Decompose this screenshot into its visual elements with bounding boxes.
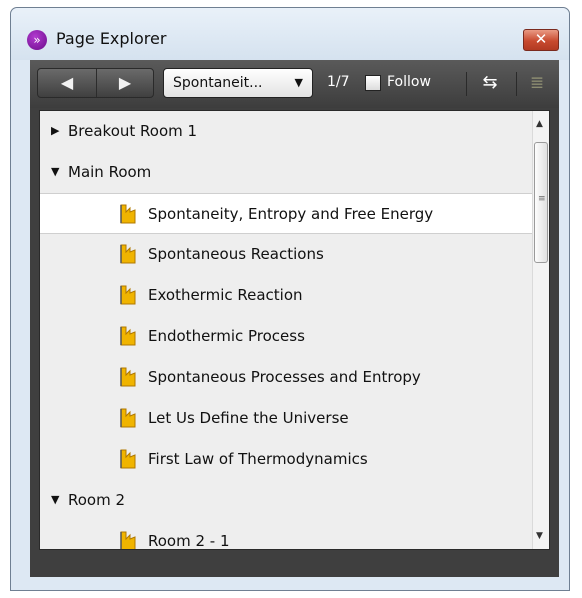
page-document-icon xyxy=(120,449,136,469)
expand-arrow-icon[interactable]: ▶ xyxy=(51,124,59,137)
toolbar: ◀ ▶ Spontaneit... ▼ 1/7 Follow ⇆ ≣ xyxy=(30,60,559,108)
page-document-icon xyxy=(120,204,136,224)
collapse-arrow-icon[interactable]: ▼ xyxy=(51,493,59,506)
tree-page-item[interactable]: First Law of Thermodynamics xyxy=(40,439,535,480)
tree-page-label: Spontaneous Processes and Entropy xyxy=(148,368,421,386)
scroll-down-arrow-icon[interactable]: ▼ xyxy=(536,531,543,541)
tree-page-label: First Law of Thermodynamics xyxy=(148,450,368,468)
tree-page-label: Endothermic Process xyxy=(148,327,305,345)
tree-group-breakout-room-1[interactable]: ▶ Breakout Room 1 xyxy=(40,111,535,152)
page-document-icon xyxy=(120,285,136,305)
tree-page-item[interactable]: Endothermic Process xyxy=(40,316,535,357)
tree-group-label: Room 2 xyxy=(68,491,126,509)
follow-checkbox[interactable] xyxy=(365,75,381,91)
title-bar[interactable]: » Page Explorer ✕ xyxy=(11,8,569,60)
tree-page-label: Room 2 - 1 xyxy=(148,532,230,550)
tree-page-label: Let Us Define the Universe xyxy=(148,409,349,427)
tree-page-item[interactable]: Spontaneous Reactions xyxy=(40,234,535,275)
tree-page-label: Spontaneous Reactions xyxy=(148,245,324,263)
page-document-icon xyxy=(120,367,136,387)
page-select[interactable]: Spontaneit... ▼ xyxy=(163,68,313,98)
page-count: 1/7 xyxy=(327,74,350,90)
window-title: Page Explorer xyxy=(56,29,167,48)
panel-body: ◀ ▶ Spontaneit... ▼ 1/7 Follow ⇆ ≣ ▶ Bre… xyxy=(30,60,559,577)
scroll-up-arrow-icon[interactable]: ▲ xyxy=(536,119,543,129)
page-navigation: ◀ ▶ xyxy=(37,68,154,98)
tree-page-item[interactable]: Spontaneity, Entropy and Free Energy xyxy=(40,193,535,234)
page-explorer-window: » Page Explorer ✕ ◀ ▶ Spontaneit... ▼ 1/… xyxy=(10,7,570,591)
tree-page-label: Spontaneity, Entropy and Free Energy xyxy=(148,205,434,223)
tree-page-item[interactable]: Spontaneous Processes and Entropy xyxy=(40,357,535,398)
follow-label[interactable]: Follow xyxy=(387,74,431,90)
tree-group-label: Breakout Room 1 xyxy=(68,122,198,140)
tree-group-main-room[interactable]: ▼ Main Room xyxy=(40,152,535,193)
page-document-icon xyxy=(120,326,136,346)
grip-icon: ≡ xyxy=(538,194,546,204)
close-button[interactable]: ✕ xyxy=(523,29,559,51)
vertical-scrollbar[interactable]: ▲ ≡ ▼ xyxy=(532,111,549,549)
tree-page-item[interactable]: Exothermic Reaction xyxy=(40,275,535,316)
tree-page-item[interactable]: Room 2 - 1 xyxy=(40,521,535,550)
previous-page-button[interactable]: ◀ xyxy=(38,69,97,97)
chevron-down-icon: ▼ xyxy=(294,76,303,89)
sync-arrows-icon[interactable]: ⇆ xyxy=(466,72,513,96)
page-document-icon xyxy=(120,244,136,264)
page-select-value: Spontaneit... xyxy=(173,75,263,91)
collapse-arrow-icon[interactable]: ▼ xyxy=(51,165,59,178)
page-tree: ▶ Breakout Room 1 ▼ Main Room Spontaneit… xyxy=(39,110,550,550)
scroll-thumb[interactable]: ≡ xyxy=(534,142,548,263)
tree-page-item[interactable]: Let Us Define the Universe xyxy=(40,398,535,439)
next-page-button[interactable]: ▶ xyxy=(96,69,154,97)
tree-group-room-2[interactable]: ▼ Room 2 xyxy=(40,480,535,521)
app-logo-icon: » xyxy=(27,30,47,50)
page-document-icon xyxy=(120,531,136,549)
tree-page-label: Exothermic Reaction xyxy=(148,286,303,304)
page-list-icon[interactable]: ≣ xyxy=(516,72,557,96)
page-document-icon xyxy=(120,408,136,428)
tree-group-label: Main Room xyxy=(68,163,152,181)
